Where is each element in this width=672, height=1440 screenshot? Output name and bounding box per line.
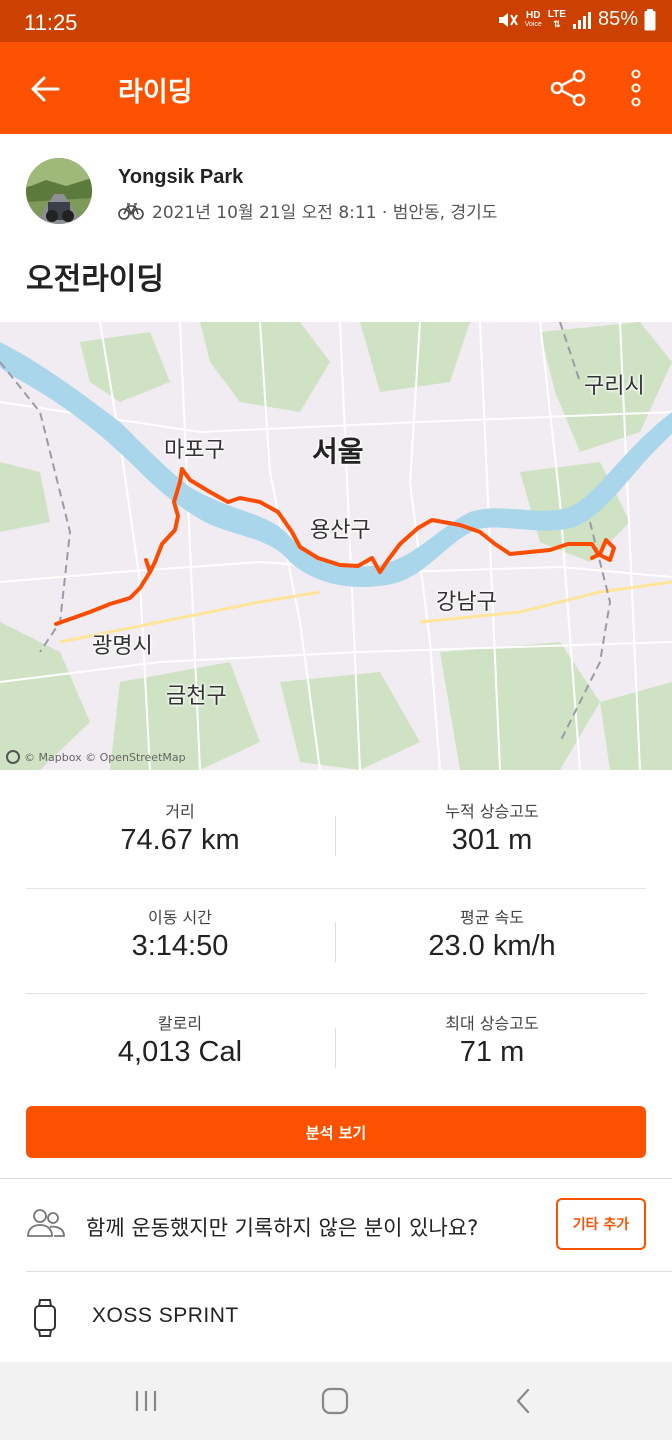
- stat-value-avg-speed: 23.0 km/h: [428, 930, 556, 962]
- hd-voice-indicator: HD Voice: [524, 9, 542, 28]
- home-button[interactable]: [305, 1378, 365, 1424]
- map-label-gangnam: 강남구: [436, 590, 497, 615]
- add-others-button[interactable]: 기타 추가: [556, 1198, 646, 1250]
- stat-row-divider: [26, 888, 646, 889]
- map-label-gwangmyeong: 광명시: [92, 634, 153, 659]
- battery-percent: 85%: [597, 8, 638, 30]
- people-icon: [27, 1209, 65, 1237]
- stat-label-calories: 칼로리: [157, 1014, 203, 1033]
- activity-title: 오전라이딩: [26, 262, 164, 297]
- chevron-left-icon: [516, 1388, 530, 1414]
- status-time: 11:25: [24, 10, 78, 35]
- home-icon: [321, 1387, 349, 1415]
- system-back-button[interactable]: [493, 1378, 553, 1424]
- lte-indicator: LTE ⇅: [547, 9, 566, 29]
- stat-label-moving-time: 이동 시간: [148, 908, 212, 927]
- avatar-photo: [26, 158, 92, 224]
- stat-label-max-elevation: 최대 상승고도: [445, 1014, 539, 1033]
- stat-divider: [335, 922, 336, 962]
- stat-value-moving-time: 3:14:50: [131, 930, 229, 962]
- map-attribution[interactable]: © Mapbox © OpenStreetMap: [6, 750, 186, 764]
- stat-divider: [335, 816, 336, 856]
- stat-value-distance: 74.67 km: [120, 824, 240, 856]
- recent-apps-button[interactable]: [116, 1378, 176, 1424]
- stat-value-calories: 4,013 Cal: [117, 1036, 243, 1068]
- more-options-button[interactable]: [618, 64, 654, 112]
- page-title: 라이딩: [118, 77, 193, 108]
- recent-apps-icon: [135, 1391, 157, 1411]
- map-label-geumcheon: 금천구: [166, 684, 227, 709]
- watch-icon: [34, 1299, 56, 1337]
- stat-label-elevation-gain: 누적 상승고도: [445, 802, 539, 821]
- section-divider: [26, 1271, 672, 1272]
- signal-icon: [572, 11, 591, 29]
- app-bar: 라이딩: [0, 42, 672, 134]
- activity-date-location: 2021년 10월 21일 오전 8:11 · 범안동, 경기도: [152, 203, 498, 223]
- athlete-name[interactable]: Yongsik Park: [118, 166, 243, 189]
- map-label-seoul: 서울: [312, 435, 364, 468]
- mapbox-logo-icon: [6, 750, 20, 764]
- bike-icon: [118, 202, 144, 220]
- status-icons: HD Voice LTE ⇅ 85%: [497, 8, 656, 31]
- activity-meta: 2021년 10월 21일 오전 8:11 · 범안동, 경기도: [118, 198, 497, 223]
- device-name: XOSS SPRINT: [92, 1304, 239, 1327]
- map-label-guri: 구리시: [584, 374, 645, 399]
- system-nav-bar: [0, 1362, 672, 1440]
- route-map[interactable]: 서울 마포구 용산구 강남구 광명시 금천구 구리시 © Mapbox © Op…: [0, 322, 672, 770]
- back-button[interactable]: [22, 66, 68, 112]
- share-icon: [550, 69, 586, 107]
- stat-value-max-elevation: 71 m: [459, 1036, 525, 1068]
- section-divider: [0, 1178, 672, 1179]
- back-arrow-icon: [31, 76, 60, 102]
- stat-value-elevation-gain: 301 m: [451, 824, 533, 856]
- group-prompt-text: 함께 운동했지만 기록하지 않은 분이 있나요?: [86, 1216, 479, 1240]
- route-line: [54, 467, 616, 626]
- mute-icon: [498, 12, 518, 27]
- map-label-mapo: 마포구: [164, 438, 225, 463]
- status-bar: 11:25 HD Voice LTE ⇅ 85%: [0, 0, 672, 42]
- more-vertical-icon: [631, 69, 641, 107]
- battery-icon: [644, 8, 656, 30]
- map-label-yongsan: 용산구: [310, 518, 371, 543]
- view-analysis-button[interactable]: 분석 보기: [26, 1106, 646, 1158]
- stat-row-divider: [26, 993, 646, 994]
- stat-label-avg-speed: 평균 속도: [460, 908, 524, 927]
- avatar[interactable]: [26, 158, 92, 224]
- stat-label-distance: 거리: [165, 802, 195, 821]
- stat-divider: [335, 1028, 336, 1068]
- share-button[interactable]: [544, 64, 592, 112]
